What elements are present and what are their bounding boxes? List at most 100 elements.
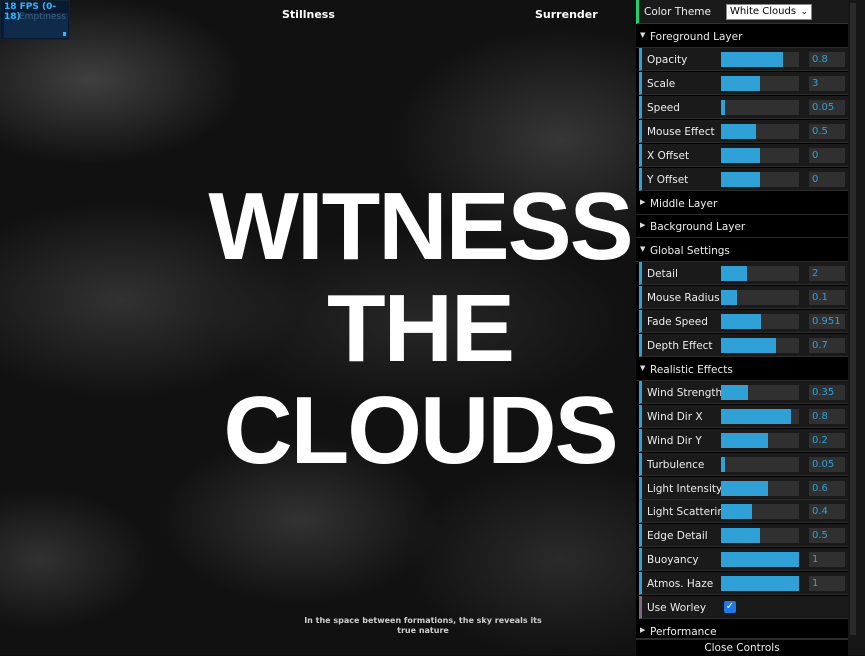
folder-realistic-effects[interactable]: ▼ Realistic Effects: [636, 358, 848, 381]
fps-meter[interactable]: Emptiness 18 FPS (0-18): [0, 0, 70, 40]
control-wind-dir-y: Wind Dir Y 0.2: [639, 429, 848, 452]
value-input-speed[interactable]: 0.05: [809, 100, 845, 115]
value-input-depth-effect[interactable]: 0.7: [809, 338, 845, 353]
folder-label: Middle Layer: [650, 198, 718, 210]
folder-foreground-layer[interactable]: ▼ Foreground Layer: [636, 25, 848, 48]
scrollbar-thumb[interactable]: [850, 3, 856, 635]
checkmark-icon: ✓: [725, 601, 735, 612]
slider-light-intensity[interactable]: [721, 481, 799, 496]
slider-y-offset[interactable]: [721, 172, 799, 187]
slider-speed[interactable]: [721, 100, 799, 115]
control-label: Speed: [647, 102, 680, 114]
headline-line-2: THE: [327, 275, 515, 382]
control-mouse-effect: Mouse Effect 0.5: [639, 120, 848, 143]
value-input-wind-dir-x[interactable]: 0.8: [809, 409, 845, 424]
control-label: Light Intensity: [647, 483, 723, 495]
slider-scale[interactable]: [721, 76, 799, 91]
folder-middle-layer[interactable]: ▶ Middle Layer: [636, 192, 848, 215]
slider-wind-dir-y[interactable]: [721, 433, 799, 448]
control-label: Use Worley: [647, 602, 707, 614]
slider-fill: [721, 552, 799, 567]
folder-label: Foreground Layer: [650, 31, 743, 43]
control-depth-effect: Depth Effect 0.7: [639, 334, 848, 357]
control-y-offset: Y Offset 0: [639, 168, 848, 191]
caret-right-icon: ▶: [640, 626, 646, 634]
slider-buoyancy[interactable]: [721, 552, 799, 567]
control-edge-detail: Edge Detail 0.5: [639, 524, 848, 547]
slider-opacity[interactable]: [721, 52, 799, 67]
control-label: Atmos. Haze: [647, 578, 714, 590]
slider-fill: [721, 100, 725, 115]
value-input-light-scattering[interactable]: 0.4: [809, 504, 845, 519]
value-input-light-intensity[interactable]: 0.6: [809, 481, 845, 496]
value-input-mouse-radius[interactable]: 0.1: [809, 290, 845, 305]
slider-x-offset[interactable]: [721, 148, 799, 163]
value-input-edge-detail[interactable]: 0.5: [809, 528, 845, 543]
value-input-y-offset[interactable]: 0: [809, 172, 845, 187]
control-label: Buoyancy: [647, 554, 699, 566]
value-input-buoyancy[interactable]: 1: [809, 552, 845, 567]
color-theme-row: Color Theme White Clouds ⌄: [636, 0, 848, 24]
value-input-turbulence[interactable]: 0.05: [809, 457, 845, 472]
slider-fill: [721, 76, 760, 91]
slider-mouse-radius[interactable]: [721, 290, 799, 305]
control-light-intensity: Light Intensity 0.6: [639, 477, 848, 500]
close-controls-button[interactable]: Close Controls: [636, 639, 848, 656]
slider-turbulence[interactable]: [721, 457, 799, 472]
value-input-mouse-effect[interactable]: 0.5: [809, 124, 845, 139]
control-label: Mouse Radius: [647, 292, 720, 304]
nav-link-stillness[interactable]: Stillness: [282, 8, 335, 21]
slider-fade-speed[interactable]: [721, 314, 799, 329]
control-label: Detail: [647, 268, 678, 280]
value-input-wind-strength[interactable]: 0.35: [809, 385, 845, 400]
slider-wind-dir-x[interactable]: [721, 409, 799, 424]
slider-fill: [721, 338, 776, 353]
slider-fill: [721, 266, 747, 281]
control-label: Opacity: [647, 54, 688, 66]
nav-link-surrender[interactable]: Surrender: [535, 8, 598, 21]
value-input-fade-speed[interactable]: 0.951: [809, 314, 845, 329]
caret-right-icon: ▶: [640, 198, 646, 206]
folder-label: Realistic Effects: [650, 364, 733, 376]
caret-down-icon: ▼: [640, 364, 646, 372]
slider-edge-detail[interactable]: [721, 528, 799, 543]
folder-performance[interactable]: ▶ Performance: [636, 620, 848, 639]
control-label: Turbulence: [647, 459, 705, 471]
slider-fill: [721, 528, 760, 543]
slider-depth-effect[interactable]: [721, 338, 799, 353]
control-opacity: Opacity 0.8: [639, 48, 848, 71]
slider-detail[interactable]: [721, 266, 799, 281]
folder-label: Performance: [650, 626, 717, 638]
use-worley-checkbox[interactable]: ✓: [724, 601, 736, 613]
slider-wind-strength[interactable]: [721, 385, 799, 400]
slider-fill: [721, 124, 757, 139]
control-use-worley: Use Worley ✓: [639, 596, 848, 619]
value-input-x-offset[interactable]: 0: [809, 148, 845, 163]
control-label: Scale: [647, 78, 676, 90]
slider-fill: [721, 52, 784, 67]
caret-right-icon: ▶: [640, 221, 646, 229]
slider-light-scattering[interactable]: [721, 504, 799, 519]
value-input-detail[interactable]: 2: [809, 266, 845, 281]
value-input-scale[interactable]: 3: [809, 76, 845, 91]
value-input-opacity[interactable]: 0.8: [809, 52, 845, 67]
value-input-wind-dir-y[interactable]: 0.2: [809, 433, 845, 448]
folder-global-settings[interactable]: ▼ Global Settings: [636, 239, 848, 262]
color-theme-select[interactable]: White Clouds ⌄: [726, 4, 812, 20]
folder-background-layer[interactable]: ▶ Background Layer: [636, 215, 848, 238]
panel-scrollbar[interactable]: [848, 0, 865, 655]
slider-mouse-effect[interactable]: [721, 124, 799, 139]
control-scale: Scale 3: [639, 72, 848, 95]
slider-fill: [721, 457, 725, 472]
tagline: In the space between formations, the sky…: [304, 616, 542, 635]
value-input-atmos-haze[interactable]: 1: [809, 576, 845, 591]
fps-label: 18 FPS (0-18): [4, 2, 57, 22]
control-buoyancy: Buoyancy 1: [639, 548, 848, 571]
folder-label: Global Settings: [650, 245, 730, 257]
folder-label: Background Layer: [650, 221, 746, 233]
slider-fill: [721, 504, 753, 519]
control-label: Edge Detail: [647, 530, 708, 542]
slider-atmos-haze[interactable]: [721, 576, 799, 591]
control-mouse-radius: Mouse Radius 0.1: [639, 286, 848, 309]
slider-fill: [721, 172, 760, 187]
